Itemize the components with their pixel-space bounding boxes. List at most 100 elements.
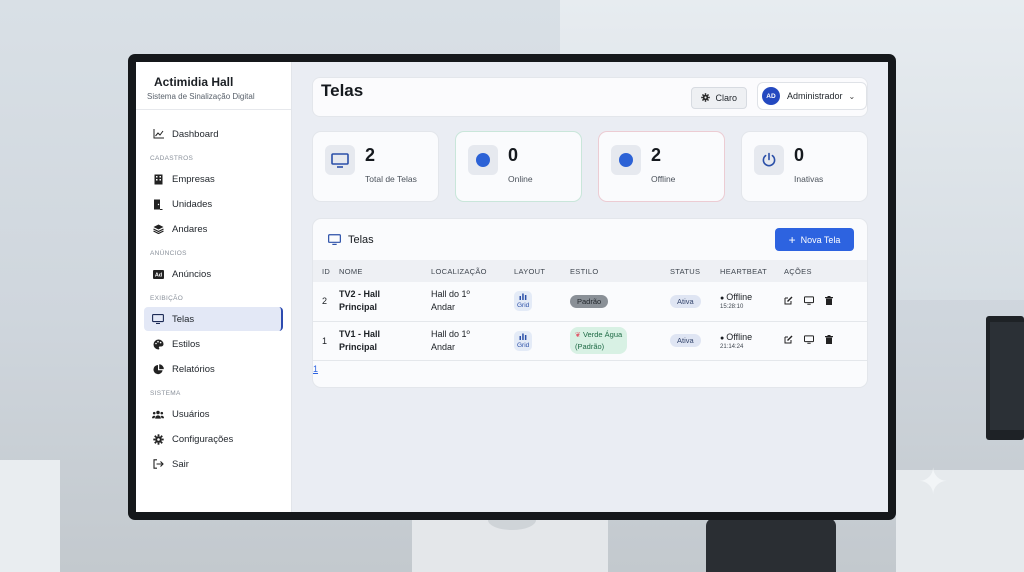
status-badge: Ativa — [670, 294, 701, 308]
stat-value: 2 — [365, 145, 376, 165]
sidebar-item-unidades[interactable]: Unidades — [144, 192, 283, 216]
logout-icon — [152, 458, 164, 470]
location-text: Hall do 1º — [431, 328, 470, 339]
avatar: AD — [762, 87, 780, 105]
sidebar-item-usuarios[interactable]: Usuários — [144, 402, 283, 426]
style-default: (Padrão) — [575, 342, 605, 351]
gear-icon — [152, 433, 164, 445]
col-estilo[interactable]: ESTILO — [570, 260, 670, 282]
power-icon — [754, 145, 784, 175]
sidebar-item-estilos[interactable]: Estilos — [144, 332, 283, 356]
cell-id: 1 — [313, 321, 339, 361]
sidebar-item-label: Sair — [172, 458, 189, 470]
sidebar-item-empresas[interactable]: Empresas — [144, 167, 283, 191]
sidebar-item-andares[interactable]: Andares — [144, 217, 283, 241]
brand: Actimidia Hall Sistema de Sinalização Di… — [136, 62, 291, 110]
screen-name: TV2 - Hall — [339, 289, 381, 300]
blue-dot-icon — [611, 145, 641, 175]
sidebar-item-configuracoes[interactable]: Configurações — [144, 427, 283, 451]
stat-label: Online — [508, 174, 533, 184]
col-id[interactable]: ID — [313, 260, 339, 282]
location-text: Hall do 1º — [431, 289, 470, 300]
screen-name: Principal — [339, 341, 378, 352]
sidebar-item-label: Usuários — [172, 408, 210, 420]
layout-label: Grid — [517, 341, 530, 349]
sidebar-item-label: Configurações — [172, 433, 234, 445]
sidebar-item-label: Relatórios — [172, 363, 215, 375]
trash-icon[interactable] — [825, 335, 833, 346]
main-content: Telas Claro AD Administrador ⌄ 2 Total d… — [292, 62, 888, 512]
preview-monitor-icon[interactable] — [804, 296, 815, 307]
theme-icon — [701, 92, 711, 104]
bar-chart-icon — [519, 333, 527, 342]
cell-heartbeat: Offline 15:28:10 — [720, 282, 784, 322]
page-title: Telas — [321, 81, 364, 100]
preview-monitor-icon[interactable] — [804, 335, 815, 346]
sidebar-item-label: Andares — [172, 223, 208, 235]
users-icon — [152, 408, 164, 420]
monitor-icon — [325, 145, 355, 175]
table-header-row: ID NOME LOCALIZAÇÃO LAYOUT ESTILO STATUS… — [313, 260, 867, 282]
topbar: Telas Claro AD Administrador ⌄ — [312, 77, 868, 117]
cell-nome: TV1 - Hall Principal — [339, 321, 431, 361]
user-menu-button[interactable]: AD Administrador ⌄ — [757, 82, 867, 110]
theme-toggle-button[interactable]: Claro — [691, 87, 747, 109]
cell-estilo: ❦ Verde Água (Padrão) — [570, 321, 670, 361]
sidebar-item-label: Unidades — [172, 198, 213, 210]
plus-icon: + — [788, 232, 796, 247]
sidebar-item-sair[interactable]: Sair — [144, 452, 283, 476]
stat-value: 2 — [651, 145, 662, 165]
edit-icon[interactable] — [784, 296, 793, 307]
theme-label: Claro — [715, 93, 737, 103]
table-row: 2 TV2 - Hall Principal Hall do 1º Andar — [313, 282, 867, 322]
stat-card-offline: 2 Offline — [598, 131, 725, 202]
screens-table: ID NOME LOCALIZAÇÃO LAYOUT ESTILO STATUS… — [313, 260, 867, 361]
stat-card-online: 0 Online — [455, 131, 582, 202]
stat-value: 0 — [508, 145, 519, 165]
col-status[interactable]: STATUS — [670, 260, 720, 282]
new-screen-label: Nova Tela — [800, 234, 841, 245]
bar-chart-icon — [519, 293, 527, 302]
heartbeat-status: Offline — [720, 292, 784, 302]
brand-title: Actimidia Hall — [154, 75, 234, 89]
monitor-icon — [328, 234, 341, 245]
cell-localizacao: Hall do 1º Andar — [431, 321, 514, 361]
cell-layout: Grid — [514, 321, 570, 361]
sidebar-item-anuncios[interactable]: Ad Anúncios — [144, 262, 283, 286]
cell-nome: TV2 - Hall Principal — [339, 282, 431, 322]
section-sistema: SISTEMA — [150, 390, 181, 397]
monitor-stand — [412, 510, 608, 572]
location-text: Andar — [431, 302, 456, 313]
svg-text:Ad: Ad — [154, 272, 161, 278]
pagination-page-link[interactable]: 1 — [313, 361, 867, 374]
section-anuncios: ANÚNCIOS — [150, 250, 187, 257]
background-chair — [706, 518, 836, 572]
gem-icon: ❦ — [575, 332, 581, 339]
trash-icon[interactable] — [825, 295, 833, 307]
app-screen: Actimidia Hall Sistema de Sinalização Di… — [136, 62, 888, 512]
stat-label: Offline — [651, 174, 676, 184]
section-cadastros: CADASTROS — [150, 155, 194, 162]
brand-subtitle: Sistema de Sinalização Digital — [147, 92, 255, 101]
style-badge: ❦ Verde Água (Padrão) — [570, 327, 628, 354]
sidebar-item-label: Estilos — [172, 338, 200, 350]
sidebar-item-dashboard[interactable]: Dashboard — [144, 122, 283, 146]
sidebar-item-telas[interactable]: Telas — [144, 307, 283, 331]
col-layout[interactable]: LAYOUT — [514, 260, 570, 282]
edit-icon[interactable] — [784, 335, 793, 346]
cell-status: Ativa — [670, 321, 720, 361]
sparkle-icon: ✦ — [918, 461, 949, 502]
sidebar-item-relatorios[interactable]: Relatórios — [144, 357, 283, 381]
col-heartbeat[interactable]: HEARTBEAT — [720, 260, 784, 282]
col-nome[interactable]: NOME — [339, 260, 431, 282]
stats-row: 2 Total de Telas 0 Online 2 Offline 0 In… — [312, 131, 868, 202]
new-screen-button[interactable]: + Nova Tela — [775, 228, 854, 251]
stat-card-total: 2 Total de Telas — [312, 131, 439, 202]
building-icon — [152, 173, 164, 185]
sidebar: Actimidia Hall Sistema de Sinalização Di… — [136, 62, 292, 512]
cell-estilo: Padrão — [570, 282, 670, 322]
heartbeat-time: 21:14:24 — [720, 343, 744, 350]
screen-name: TV1 - Hall — [339, 328, 381, 339]
stat-card-inativas: 0 Inativas — [741, 131, 868, 202]
col-localizacao[interactable]: LOCALIZAÇÃO — [431, 260, 514, 282]
